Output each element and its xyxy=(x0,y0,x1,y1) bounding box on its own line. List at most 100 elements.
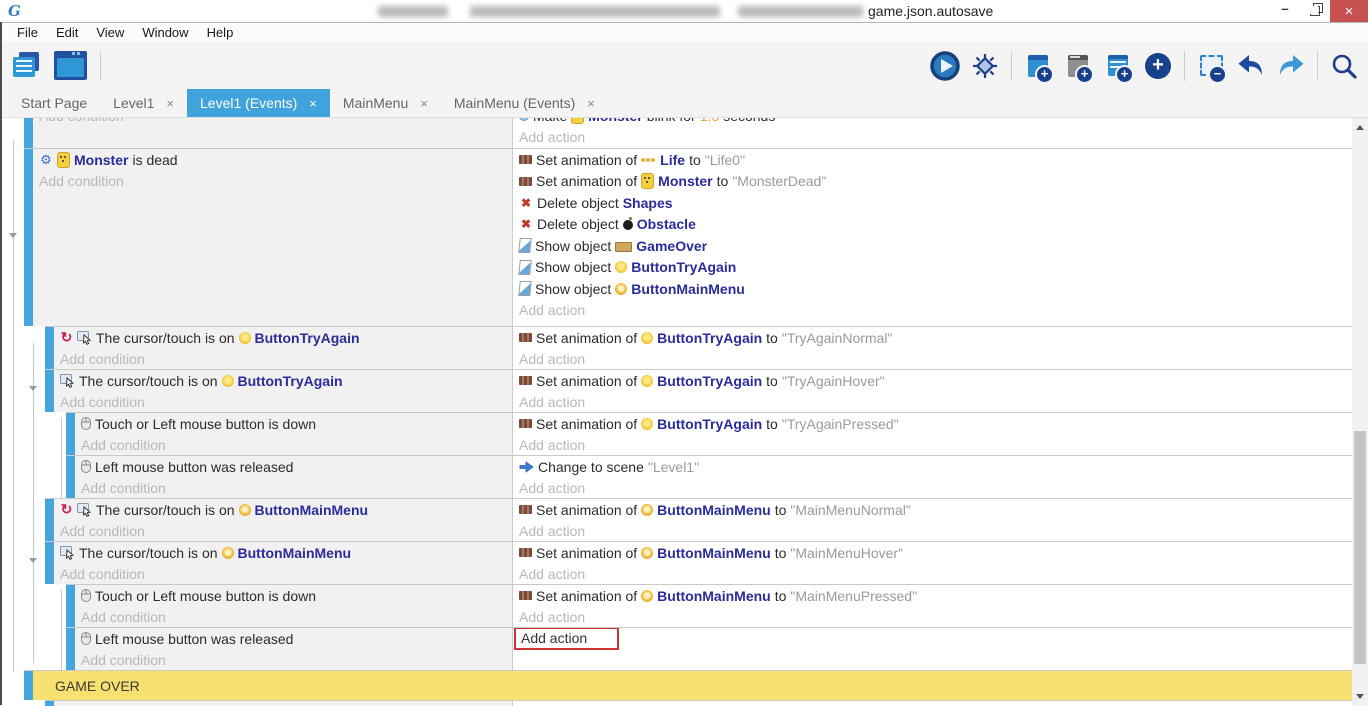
tab-close-icon[interactable]: × xyxy=(587,96,595,111)
add-condition-button[interactable]: Add condition xyxy=(33,118,512,127)
tab-mainmenu-events-[interactable]: MainMenu (Events)× xyxy=(441,89,608,117)
conditions-cell[interactable]: Touch or Left mouse button is downAdd co… xyxy=(75,584,512,627)
event-row[interactable]: The cursor/touch is on ButtonTryAgainAdd… xyxy=(0,369,1368,412)
action-row[interactable]: Set animation of ButtonMainMenu to "Main… xyxy=(513,542,1353,564)
add-comment-button[interactable] xyxy=(1100,47,1136,85)
unselect-all-button[interactable] xyxy=(1193,47,1229,85)
conditions-cell[interactable]: Touch or Left mouse button is downAdd co… xyxy=(75,412,512,455)
add-action-button[interactable]: Add action xyxy=(513,435,1353,456)
add-action-button[interactable]: Add action xyxy=(513,300,1353,322)
add-action-button[interactable]: Add action xyxy=(513,607,1353,628)
add-condition-button[interactable]: Add condition xyxy=(54,392,512,413)
conditions-cell[interactable]: ⚙Monster is deadAdd condition xyxy=(33,148,512,326)
actions-cell[interactable]: Set animation of ButtonTryAgain to "TryA… xyxy=(512,326,1353,369)
add-action-button[interactable]: Add action xyxy=(513,564,1353,585)
event-row[interactable]: Add conditionMake Monster blink for 1.5 … xyxy=(0,118,1368,148)
conditions-cell[interactable]: ↻The cursor/touch is on ButtonMainMenuAd… xyxy=(54,498,512,541)
action-row[interactable]: Set animation of ButtonMainMenu to "Main… xyxy=(513,499,1353,521)
menu-item-edit[interactable]: Edit xyxy=(47,25,87,40)
add-condition-button[interactable]: Add condition xyxy=(75,650,512,671)
event-row[interactable]: The cursor/touch is on ButtonMainMenuAdd… xyxy=(0,541,1368,584)
add-condition-button[interactable]: Add condition xyxy=(54,521,512,542)
add-action-button[interactable]: Add action xyxy=(513,628,1353,650)
menu-item-help[interactable]: Help xyxy=(198,25,243,40)
debugger-button[interactable] xyxy=(967,47,1003,85)
add-other-event-button[interactable] xyxy=(1140,47,1176,85)
add-condition-button[interactable]: Add condition xyxy=(54,349,512,370)
actions-cell[interactable]: Add action xyxy=(512,627,1353,670)
conditions-cell[interactable]: Left mouse button was releasedAdd condit… xyxy=(75,455,512,498)
action-row[interactable]: Make Monster blink for 1.5 seconds xyxy=(513,118,1353,127)
add-event-button[interactable] xyxy=(1020,47,1056,85)
add-sub-event-button[interactable] xyxy=(1060,47,1096,85)
preview-play-button[interactable] xyxy=(927,47,963,85)
action-row[interactable]: Show object ButtonMainMenu xyxy=(513,278,1353,300)
actions-cell[interactable]: Set animation of ButtonTryAgain to "TryA… xyxy=(512,412,1353,455)
add-condition-button[interactable]: Add condition xyxy=(75,478,512,499)
action-row[interactable]: Set animation of ButtonMainMenu to "Main… xyxy=(513,585,1353,607)
event-row[interactable]: ↻The cursor/touch is on ButtonMainMenuAd… xyxy=(0,498,1368,541)
action-row[interactable]: Set animation of ButtonTryAgain to "TryA… xyxy=(513,370,1353,392)
minimize-button[interactable]: – xyxy=(1270,0,1300,22)
condition-row[interactable]: ↻The cursor/touch is on ButtonTryAgain xyxy=(54,327,512,349)
condition-row[interactable]: Touch or Left mouse button is down xyxy=(75,413,512,435)
tab-start-page[interactable]: Start Page xyxy=(8,89,100,117)
actions-cell[interactable]: Set animation of ButtonMainMenu to "Main… xyxy=(512,541,1353,584)
condition-row[interactable]: The cursor/touch is on ButtonMainMenu xyxy=(54,542,512,564)
scroll-up-icon[interactable] xyxy=(1356,125,1364,130)
conditions-cell[interactable]: The cursor/touch is on ButtonMainMenuAdd… xyxy=(54,541,512,584)
add-action-button[interactable]: Add action xyxy=(513,521,1353,542)
action-row[interactable]: Set animation of Monster to "MonsterDead… xyxy=(513,171,1353,193)
event-row[interactable]: Touch or Left mouse button is downAdd co… xyxy=(0,412,1368,455)
add-condition-button[interactable]: Add condition xyxy=(75,435,512,456)
menu-item-file[interactable]: File xyxy=(8,25,47,40)
search-button[interactable] xyxy=(1326,47,1362,85)
scrollbar-thumb[interactable] xyxy=(1354,431,1366,664)
scene-editor-button[interactable] xyxy=(52,47,88,85)
comment-event-row[interactable]: GAME OVER xyxy=(0,670,1368,700)
restore-button[interactable] xyxy=(1300,0,1330,22)
tab-close-icon[interactable]: × xyxy=(309,96,317,111)
redo-button[interactable] xyxy=(1273,47,1309,85)
condition-row[interactable]: The cursor/touch is on ButtonTryAgain xyxy=(54,370,512,392)
tab-level1-events-[interactable]: Level1 (Events)× xyxy=(187,89,330,117)
add-condition-button[interactable]: Add condition xyxy=(75,607,512,628)
actions-cell[interactable]: Set animation of ButtonTryAgain to "TryA… xyxy=(512,369,1353,412)
conditions-cell[interactable]: The cursor/touch is on ButtonTryAgainAdd… xyxy=(54,369,512,412)
add-action-button[interactable]: Add action xyxy=(513,349,1353,370)
event-row[interactable]: ⚙Monster is deadAdd conditionSet animati… xyxy=(0,148,1368,326)
condition-row[interactable]: Left mouse button was released xyxy=(75,456,512,478)
add-action-button[interactable]: Add action xyxy=(513,478,1353,499)
menu-item-window[interactable]: Window xyxy=(133,25,197,40)
action-row[interactable]: Show object GameOver xyxy=(513,235,1353,257)
scroll-down-icon[interactable] xyxy=(1356,694,1364,699)
menu-item-view[interactable]: View xyxy=(87,25,133,40)
action-row[interactable]: Set animation of ButtonTryAgain to "TryA… xyxy=(513,413,1353,435)
add-action-button[interactable]: Add action xyxy=(513,392,1353,413)
event-row[interactable]: Left mouse button was releasedAdd condit… xyxy=(0,455,1368,498)
condition-row[interactable]: ↻The cursor/touch is on ButtonMainMenu xyxy=(54,499,512,521)
actions-cell[interactable]: Set animation of Life to "Life0"Set anim… xyxy=(512,148,1353,326)
actions-cell[interactable]: Make Monster blink for 1.5 secondsAdd ac… xyxy=(512,118,1353,148)
vertical-scrollbar[interactable] xyxy=(1352,118,1368,706)
project-manager-button[interactable] xyxy=(8,47,44,85)
action-row[interactable]: ✖Delete object Shapes xyxy=(513,192,1353,214)
action-row[interactable]: Change to scene "Level1" xyxy=(513,456,1353,478)
add-condition-button[interactable]: Add condition xyxy=(54,564,512,585)
conditions-cell[interactable]: Add condition xyxy=(33,118,512,148)
event-row[interactable]: Left mouse button was releasedAdd condit… xyxy=(0,627,1368,670)
actions-cell[interactable]: Set animation of ButtonMainMenu to "Main… xyxy=(512,498,1353,541)
undo-button[interactable] xyxy=(1233,47,1269,85)
action-row[interactable]: ✖Delete object Obstacle xyxy=(513,214,1353,236)
condition-row[interactable]: Touch or Left mouse button is down xyxy=(75,585,512,607)
add-action-button[interactable]: Add action xyxy=(513,127,1353,149)
tab-close-icon[interactable]: × xyxy=(166,96,174,111)
tab-close-icon[interactable]: × xyxy=(420,96,428,111)
condition-row[interactable]: Left mouse button was released xyxy=(75,628,512,650)
condition-row[interactable]: ⚙Monster is dead xyxy=(33,149,512,171)
action-row[interactable]: Show object ButtonTryAgain xyxy=(513,257,1353,279)
action-row[interactable]: Set animation of Life to "Life0" xyxy=(513,149,1353,171)
actions-cell[interactable]: Change to scene "Level1"Add action xyxy=(512,455,1353,498)
conditions-cell[interactable]: ↻The cursor/touch is on ButtonTryAgainAd… xyxy=(54,326,512,369)
tab-mainmenu[interactable]: MainMenu× xyxy=(330,89,441,117)
